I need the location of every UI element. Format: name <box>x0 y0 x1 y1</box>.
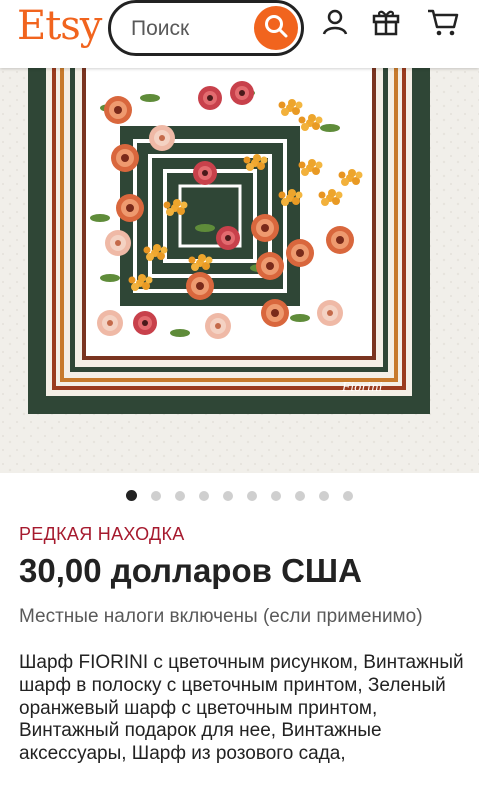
carousel-dot[interactable] <box>223 491 233 501</box>
gift-icon <box>370 6 402 43</box>
search-button[interactable] <box>254 6 298 50</box>
tax-note: Местные налоги включены (если применимо) <box>19 606 423 627</box>
scarf-signature: Fiorini <box>341 380 383 394</box>
account-button[interactable] <box>317 6 353 42</box>
gift-button[interactable] <box>368 6 404 42</box>
cart-icon <box>426 6 460 43</box>
product-title: Шарф FIORINI с цветочным рисунком, Винта… <box>19 652 464 765</box>
carousel-dot[interactable] <box>295 491 305 501</box>
carousel-dot[interactable] <box>151 491 161 501</box>
carousel-dot[interactable] <box>199 491 209 501</box>
image-carousel-dots <box>0 488 479 504</box>
carousel-dot[interactable] <box>126 490 137 501</box>
carousel-dot[interactable] <box>319 491 329 501</box>
user-icon <box>320 7 350 42</box>
rare-find-badge: РЕДКАЯ НАХОДКА <box>19 524 185 544</box>
top-bar: Etsy <box>0 0 479 68</box>
scarf-illustration: Fiorini <box>0 68 479 473</box>
search-bar[interactable] <box>108 0 304 56</box>
etsy-logo[interactable]: Etsy <box>17 2 102 50</box>
search-icon <box>263 13 289 44</box>
cart-button[interactable] <box>425 6 461 42</box>
product-price: 30,00 долларов США <box>19 552 362 589</box>
carousel-dot[interactable] <box>175 491 185 501</box>
product-image[interactable]: Fiorini <box>0 68 479 473</box>
carousel-dot[interactable] <box>271 491 281 501</box>
carousel-dot[interactable] <box>343 491 353 501</box>
search-input[interactable] <box>131 16 241 42</box>
carousel-dot[interactable] <box>247 491 257 501</box>
